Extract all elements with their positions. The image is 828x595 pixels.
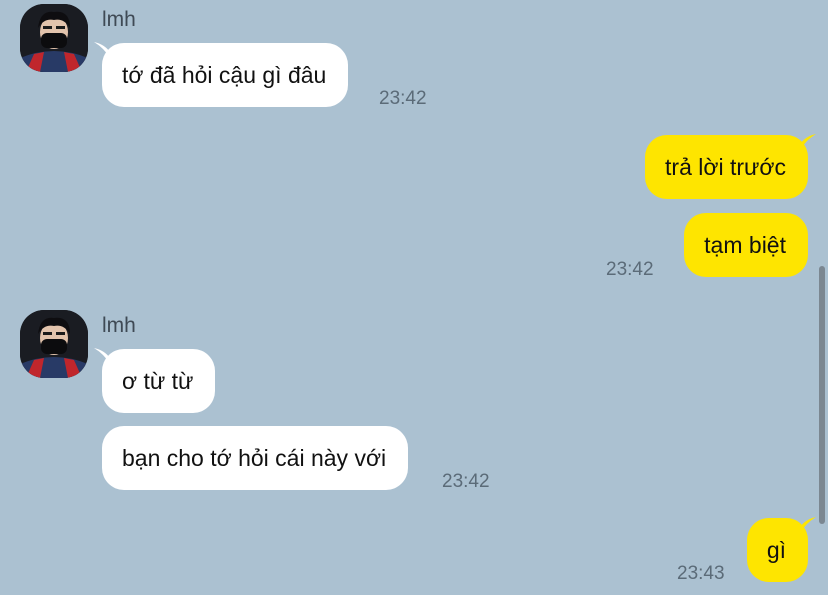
- sender-name: lmh: [102, 314, 136, 337]
- outgoing-message-bubble[interactable]: trả lời trước: [645, 135, 808, 199]
- chat-scrollbar[interactable]: [819, 266, 825, 524]
- message-timestamp: 23:43: [677, 563, 725, 584]
- sender-avatar[interactable]: [20, 4, 88, 72]
- outgoing-bubble-tail: [800, 517, 816, 533]
- message-timestamp: 23:42: [442, 471, 490, 492]
- message-timestamp: 23:42: [379, 88, 427, 109]
- incoming-message-bubble[interactable]: ơ từ từ: [102, 349, 216, 413]
- user-avatar-photo-icon: [20, 310, 88, 378]
- incoming-message-bubble[interactable]: tớ đã hỏi cậu gì đâu: [102, 43, 349, 107]
- sender-name: lmh: [102, 8, 136, 31]
- outgoing-message-bubble[interactable]: gì: [746, 518, 808, 582]
- user-avatar-photo-icon: [20, 4, 88, 72]
- sender-avatar[interactable]: [20, 310, 88, 378]
- incoming-message-bubble[interactable]: bạn cho tớ hỏi cái này với: [102, 426, 409, 490]
- message-timestamp: 23:42: [606, 259, 654, 280]
- outgoing-bubble-tail: [800, 134, 816, 150]
- outgoing-message-bubble[interactable]: tạm biệt: [684, 213, 808, 277]
